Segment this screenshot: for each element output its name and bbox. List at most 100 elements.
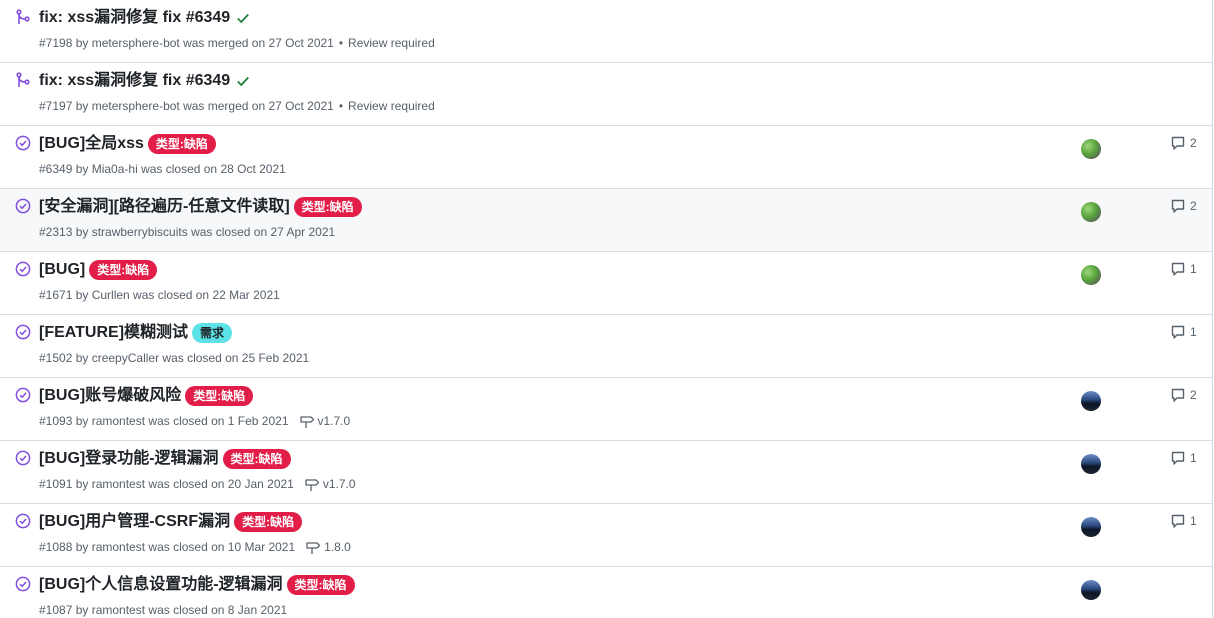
item-meta-text: #2313 by strawberrybiscuits was closed o… xyxy=(39,225,336,239)
milestone-icon xyxy=(299,416,314,428)
comment-count: 1 xyxy=(1190,514,1197,528)
item-title-line: [BUG] 类型:缺陷 xyxy=(39,260,158,280)
list-item[interactable]: [BUG]全局xss 类型:缺陷 #6349 by Mia0a-hi was c… xyxy=(0,126,1212,189)
comment-icon xyxy=(1171,136,1185,150)
label-badge[interactable]: 类型:缺陷 xyxy=(234,512,303,532)
label-badge[interactable]: 类型:缺陷 xyxy=(293,197,362,217)
milestone-label: v1.7.0 xyxy=(322,477,356,491)
milestone-link[interactable]: v1.7.0 xyxy=(299,413,351,429)
issue-closed-icon xyxy=(15,324,31,340)
checks-passed-icon[interactable] xyxy=(236,11,250,25)
comments-link[interactable]: 2 xyxy=(1170,135,1197,151)
item-meta-text: #6349 by Mia0a-hi was closed on 28 Oct 2… xyxy=(39,162,286,176)
comment-icon xyxy=(1171,514,1185,528)
milestone-icon xyxy=(306,542,321,554)
issue-closed-icon xyxy=(15,576,31,592)
avatar[interactable] xyxy=(1081,265,1101,285)
item-meta-text: #1091 by ramontest was closed on 20 Jan … xyxy=(39,477,294,491)
list-item[interactable]: [BUG]个人信息设置功能-逻辑漏洞 类型:缺陷 #1087 by ramont… xyxy=(0,567,1212,618)
item-meta: #7197 by metersphere-bot was merged on 2… xyxy=(39,98,435,114)
item-title[interactable]: fix: xss漏洞修复 fix #6349 xyxy=(39,71,230,91)
item-meta: #1087 by ramontest was closed on 8 Jan 2… xyxy=(39,602,287,618)
list-item[interactable]: fix: xss漏洞修复 fix #6349 #7198 by metersph… xyxy=(0,0,1212,63)
item-meta: #6349 by Mia0a-hi was closed on 28 Oct 2… xyxy=(39,161,286,177)
comments-link[interactable]: 1 xyxy=(1170,513,1197,529)
item-meta: #1502 by creepyCaller was closed on 25 F… xyxy=(39,350,309,366)
list-item[interactable]: [BUG]登录功能-逻辑漏洞 类型:缺陷 #1091 by ramontest … xyxy=(0,441,1212,504)
meta-separator: • xyxy=(338,99,344,113)
comment-icon xyxy=(1171,388,1185,402)
item-meta: #2313 by strawberrybiscuits was closed o… xyxy=(39,224,335,240)
milestone-link[interactable]: v1.7.0 xyxy=(304,476,356,492)
comment-icon xyxy=(1171,262,1185,276)
label-badge[interactable]: 类型:缺陷 xyxy=(286,575,355,595)
list-item[interactable]: [FEATURE]模糊测试 需求 #1502 by creepyCaller w… xyxy=(0,315,1212,378)
item-meta: #1671 by Curllen was closed on 22 Mar 20… xyxy=(39,287,280,303)
issue-list: fix: xss漏洞修复 fix #6349 #7198 by metersph… xyxy=(0,0,1213,618)
item-title[interactable]: [安全漏洞][路径遍历-任意文件读取] xyxy=(39,197,290,217)
review-status[interactable]: Review required xyxy=(348,98,435,114)
issue-closed-icon xyxy=(15,198,31,214)
avatar[interactable] xyxy=(1081,580,1101,600)
comments-link[interactable]: 1 xyxy=(1170,261,1197,277)
comment-icon xyxy=(1171,451,1185,465)
checks-passed-icon[interactable] xyxy=(236,74,250,88)
milestone-link[interactable]: 1.8.0 xyxy=(305,539,351,555)
item-meta-text: #1671 by Curllen was closed on 22 Mar 20… xyxy=(39,288,280,302)
item-meta-text: #1087 by ramontest was closed on 8 Jan 2… xyxy=(39,603,288,617)
pull-request-merged-icon xyxy=(16,9,30,24)
comment-count: 1 xyxy=(1190,325,1197,339)
issue-closed-icon xyxy=(15,261,31,277)
comment-count: 1 xyxy=(1190,262,1197,276)
item-title-line: fix: xss漏洞修复 fix #6349 xyxy=(39,71,250,91)
list-item[interactable]: [BUG]用户管理-CSRF漏洞 类型:缺陷 #1088 by ramontes… xyxy=(0,504,1212,567)
item-meta-text: #7198 by metersphere-bot was merged on 2… xyxy=(39,36,334,50)
comment-icon xyxy=(1171,325,1185,339)
item-title[interactable]: [BUG]账号爆破风险 xyxy=(39,386,181,406)
review-status[interactable]: Review required xyxy=(348,35,435,51)
item-title-line: [BUG]用户管理-CSRF漏洞 类型:缺陷 xyxy=(39,512,303,532)
avatar[interactable] xyxy=(1081,202,1101,222)
avatar[interactable] xyxy=(1081,391,1101,411)
item-title-line: [安全漏洞][路径遍历-任意文件读取] 类型:缺陷 xyxy=(39,197,362,217)
item-meta-text: #7197 by metersphere-bot was merged on 2… xyxy=(39,99,334,113)
list-item[interactable]: [安全漏洞][路径遍历-任意文件读取] 类型:缺陷 #2313 by straw… xyxy=(0,189,1212,252)
avatar[interactable] xyxy=(1081,139,1101,159)
item-title[interactable]: [BUG]登录功能-逻辑漏洞 xyxy=(39,449,219,469)
item-title[interactable]: fix: xss漏洞修复 fix #6349 xyxy=(39,8,230,28)
item-title[interactable]: [BUG]个人信息设置功能-逻辑漏洞 xyxy=(39,575,283,595)
item-title-line: [BUG]全局xss 类型:缺陷 xyxy=(39,134,216,154)
item-title[interactable]: [FEATURE]模糊测试 xyxy=(39,323,188,343)
pull-request-merged-icon xyxy=(16,72,30,87)
issue-closed-icon xyxy=(15,387,31,403)
milestone-icon xyxy=(305,479,319,491)
avatar[interactable] xyxy=(1081,454,1101,474)
label-badge[interactable]: 类型:缺陷 xyxy=(147,134,216,154)
comments-link[interactable]: 1 xyxy=(1170,324,1197,340)
list-item[interactable]: fix: xss漏洞修复 fix #6349 #7197 by metersph… xyxy=(0,63,1212,126)
comment-count: 2 xyxy=(1190,199,1197,213)
avatar[interactable] xyxy=(1081,517,1101,537)
item-title-line: [FEATURE]模糊测试 需求 xyxy=(39,323,233,343)
issue-closed-icon xyxy=(15,135,31,151)
item-title[interactable]: [BUG] xyxy=(39,260,85,280)
comment-count: 2 xyxy=(1190,136,1197,150)
comments-link[interactable]: 2 xyxy=(1170,387,1197,403)
label-badge[interactable]: 类型:缺陷 xyxy=(185,386,254,406)
comments-link[interactable]: 1 xyxy=(1170,450,1197,466)
item-meta: #7198 by metersphere-bot was merged on 2… xyxy=(39,35,435,51)
item-title[interactable]: [BUG]用户管理-CSRF漏洞 xyxy=(39,512,230,532)
meta-separator: • xyxy=(338,36,344,50)
item-title[interactable]: [BUG]全局xss xyxy=(39,134,144,154)
issue-closed-icon xyxy=(15,513,31,529)
list-item[interactable]: [BUG]账号爆破风险 类型:缺陷 #1093 by ramontest was… xyxy=(0,378,1212,441)
comment-count: 2 xyxy=(1190,388,1197,402)
label-badge[interactable]: 类型:缺陷 xyxy=(89,260,158,280)
label-badge[interactable]: 类型:缺陷 xyxy=(222,449,291,469)
list-item[interactable]: [BUG] 类型:缺陷 #1671 by Curllen was closed … xyxy=(0,252,1212,315)
comments-link[interactable]: 2 xyxy=(1170,198,1197,214)
milestone-label: v1.7.0 xyxy=(317,414,351,428)
item-meta: #1093 by ramontest was closed on 1 Feb 2… xyxy=(39,413,350,429)
item-meta-text: #1502 by creepyCaller was closed on 25 F… xyxy=(39,351,310,365)
label-badge[interactable]: 需求 xyxy=(192,323,233,343)
